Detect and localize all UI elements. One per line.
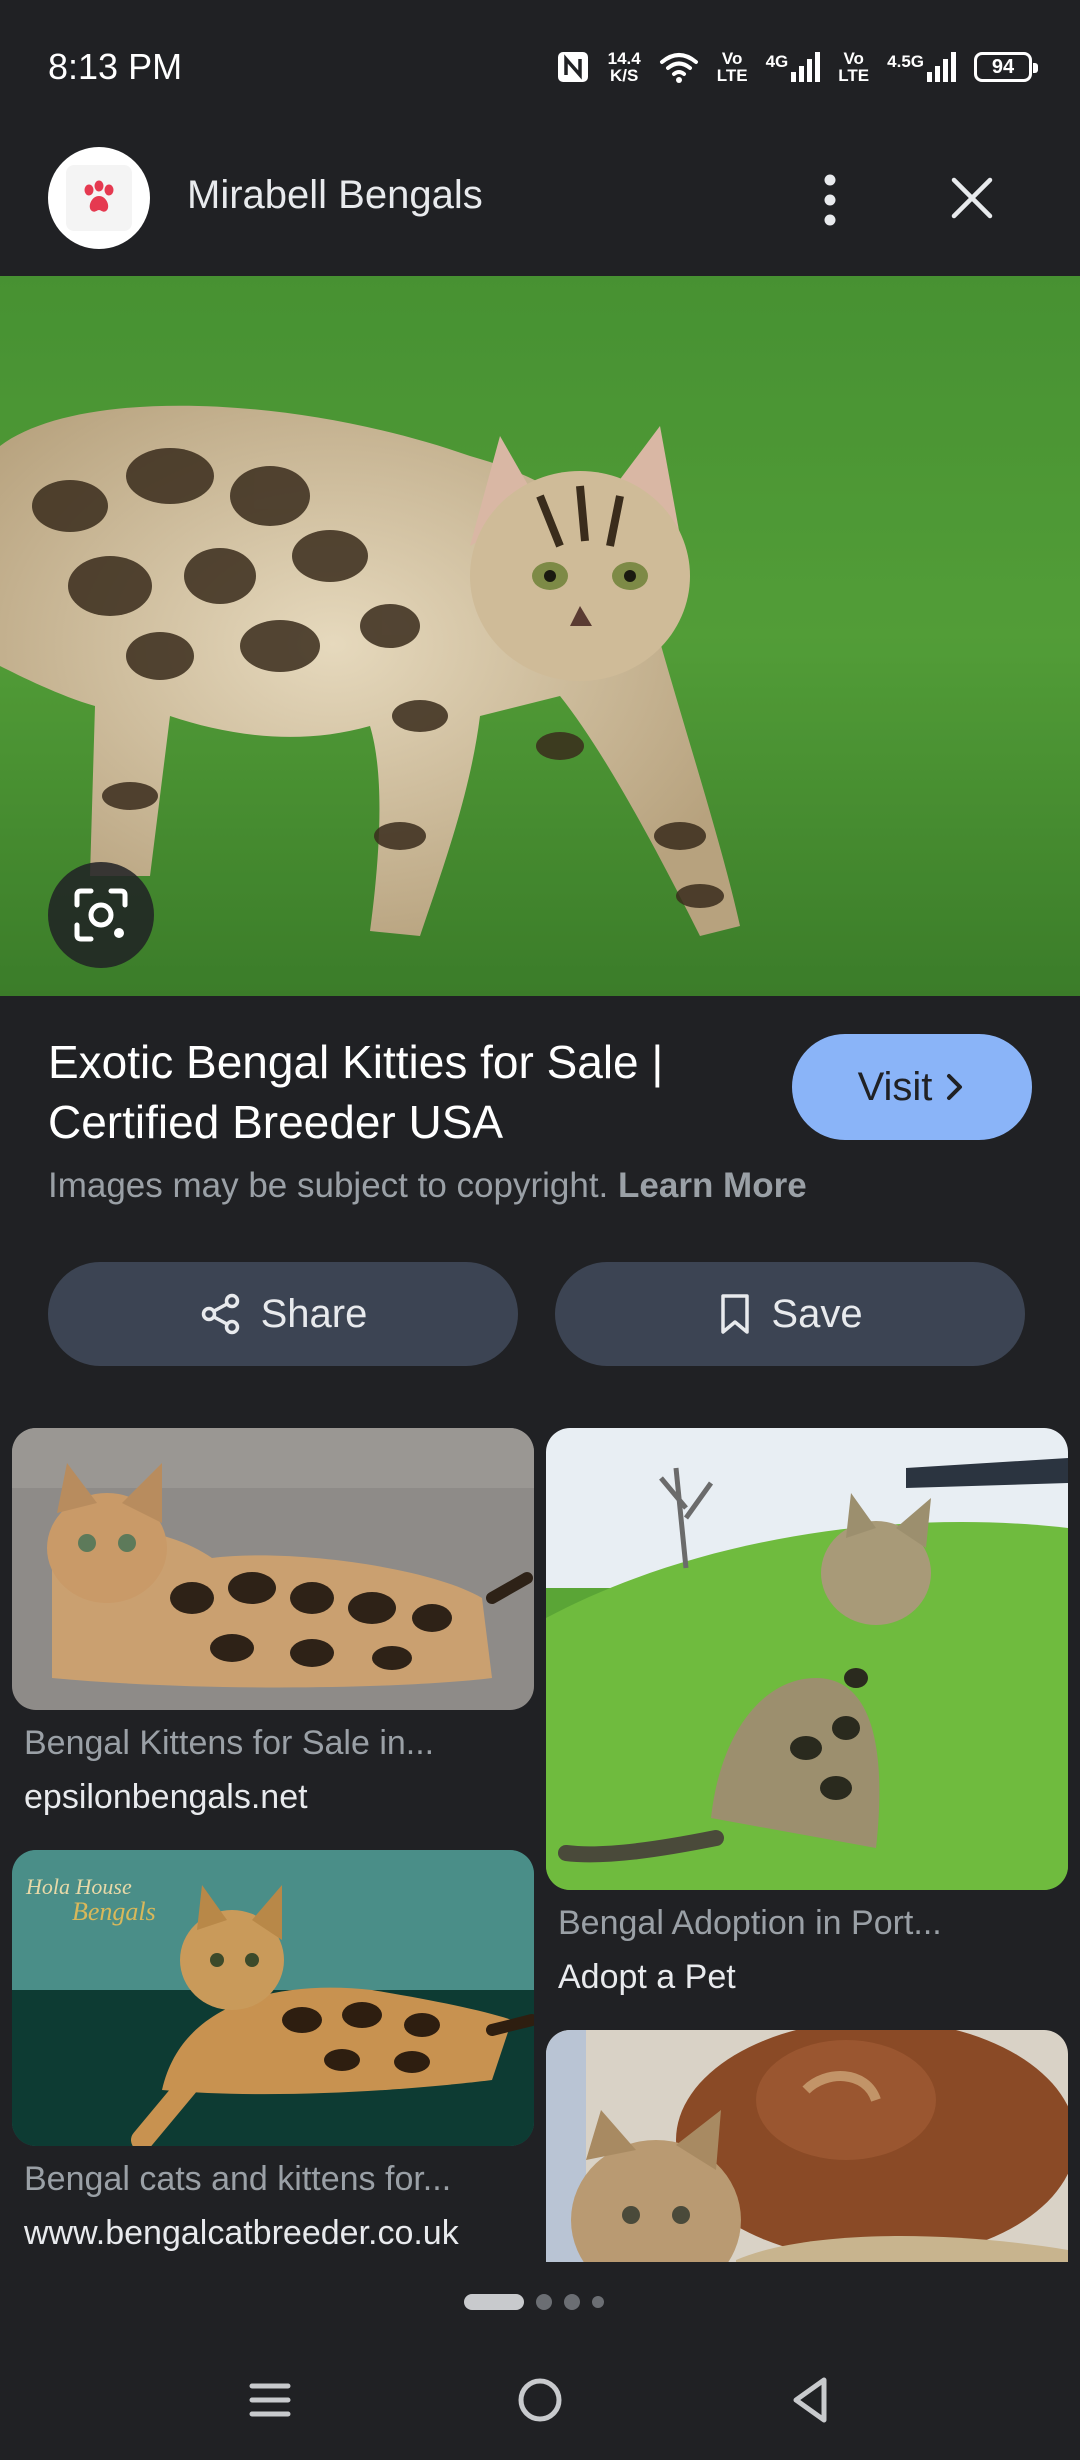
- sim1-volte: Vo LTE: [716, 49, 748, 85]
- site-logo[interactable]: [48, 147, 150, 249]
- related-title: Bengal cats and kittens for...: [24, 2160, 452, 2198]
- copyright-notice: Images may be subject to copyright. Lear…: [48, 1166, 807, 1205]
- related-source: Adopt a Pet: [558, 1958, 736, 1996]
- sim2-signal: 4.5G: [887, 52, 956, 82]
- page-dot: [536, 2294, 552, 2310]
- chevron-right-icon: [947, 1074, 963, 1100]
- related-source: www.bengalcatbreeder.co.uk: [24, 2214, 459, 2252]
- signal-icon: [791, 52, 821, 82]
- related-result-card[interactable]: Bengal Adoption in Port... Adopt a Pet: [546, 1428, 1068, 2008]
- visit-button[interactable]: Visit: [792, 1034, 1032, 1140]
- page-dot: [592, 2296, 604, 2308]
- wifi-icon: [659, 53, 698, 83]
- viewer-header: Mirabell Bengals: [0, 135, 1080, 275]
- sim1-signal: 4G: [766, 52, 821, 82]
- google-lens-button[interactable]: [48, 862, 154, 968]
- status-bar: 8:13 PM 14.4 K/S Vo LTE 4G Vo LTE 4.5G 9…: [0, 0, 1080, 135]
- recents-button[interactable]: [230, 2360, 310, 2440]
- save-button[interactable]: Save: [555, 1262, 1025, 1366]
- sim2-volte: Vo LTE: [838, 49, 870, 85]
- related-thumbnail[interactable]: [12, 1428, 534, 1710]
- watermark-bengals: Bengals: [72, 1897, 156, 1926]
- related-title: Bengal Adoption in Port...: [558, 1904, 942, 1942]
- share-label: Share: [260, 1291, 368, 1336]
- save-label: Save: [771, 1291, 863, 1336]
- page-dot: [564, 2294, 580, 2310]
- page-dot-active: [464, 2294, 524, 2310]
- share-button[interactable]: Share: [48, 1262, 518, 1366]
- site-name[interactable]: Mirabell Bengals: [187, 173, 483, 218]
- lens-icon: [74, 888, 128, 942]
- bookmark-icon: [721, 1294, 750, 1334]
- learn-more-link[interactable]: Learn More: [618, 1166, 807, 1205]
- related-source: epsilonbengals.net: [24, 1778, 308, 1816]
- home-circle-icon: [518, 2378, 562, 2422]
- related-thumbnail[interactable]: [546, 2030, 1068, 2262]
- status-icons: 14.4 K/S Vo LTE 4G Vo LTE 4.5G 94: [556, 42, 1038, 92]
- menu-icon: [249, 2383, 291, 2417]
- related-title: Bengal Kittens for Sale in...: [24, 1724, 435, 1762]
- nfc-icon: [557, 52, 588, 82]
- related-result-card[interactable]: Hola House Bengals Bengal cats and kitte…: [12, 1850, 534, 2260]
- result-title[interactable]: Exotic Bengal Kitties for Sale | Certifi…: [48, 1032, 748, 1152]
- back-button[interactable]: [770, 2360, 850, 2440]
- visit-label: Visit: [857, 1064, 933, 1109]
- more-vert-icon: [824, 174, 836, 226]
- bengal-cat-photo: [0, 276, 1080, 996]
- related-result-card[interactable]: [546, 2030, 1068, 2262]
- share-icon: [201, 1293, 239, 1335]
- related-thumbnail[interactable]: Hola House Bengals: [12, 1850, 534, 2146]
- paw-logo-icon: [84, 180, 114, 212]
- home-button[interactable]: [500, 2360, 580, 2440]
- close-icon: [951, 177, 993, 219]
- signal-icon: [927, 52, 956, 82]
- status-time: 8:13 PM: [48, 46, 183, 87]
- watermark-hola-house: Hola House: [25, 1874, 132, 1899]
- battery-icon: 94: [974, 52, 1038, 82]
- net-speed: 14.4 K/S: [607, 49, 641, 85]
- related-thumbnail[interactable]: [546, 1428, 1068, 1890]
- back-triangle-icon: [793, 2377, 827, 2423]
- more-options-button[interactable]: [800, 165, 860, 235]
- close-button[interactable]: [942, 163, 1002, 233]
- page-indicator: [464, 2292, 604, 2312]
- system-nav-bar: [0, 2340, 1080, 2460]
- related-result-card[interactable]: Bengal Kittens for Sale in... epsilonben…: [12, 1428, 534, 1828]
- main-image[interactable]: [0, 276, 1080, 996]
